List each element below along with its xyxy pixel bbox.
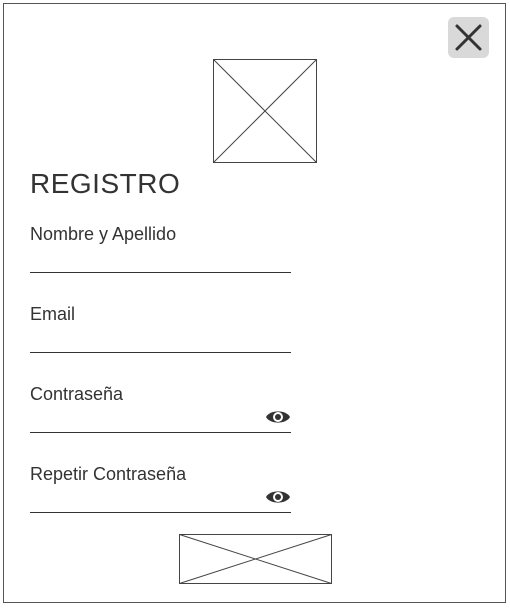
email-label: Email	[30, 304, 76, 324]
repeat-password-label: Repetir Contraseña	[30, 464, 187, 484]
name-field[interactable]	[30, 244, 291, 273]
page-title: REGISTRO	[30, 168, 181, 199]
repeat-password-field[interactable]	[30, 484, 291, 513]
password-label: Contraseña	[30, 384, 124, 404]
close-icon	[455, 24, 482, 51]
password-field[interactable]	[30, 404, 291, 433]
image-placeholder-icon	[213, 59, 317, 163]
close-button[interactable]	[448, 17, 489, 58]
eye-icon	[266, 491, 290, 503]
eye-icon	[266, 411, 290, 423]
logo-image-placeholder	[213, 59, 317, 163]
repeat-password-visibility-toggle[interactable]	[265, 488, 291, 506]
image-placeholder-icon	[179, 534, 332, 584]
email-field[interactable]	[30, 324, 291, 353]
password-visibility-toggle[interactable]	[265, 408, 291, 426]
name-label: Nombre y Apellido	[30, 224, 177, 244]
submit-button-placeholder[interactable]	[179, 534, 332, 584]
